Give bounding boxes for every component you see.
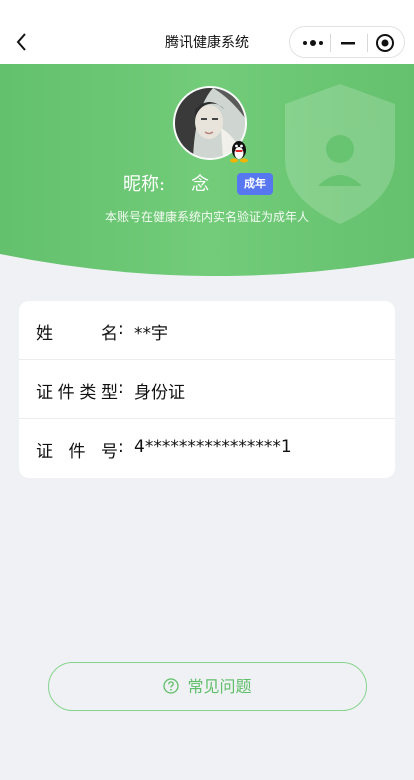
info-value: 4****************1 xyxy=(134,437,292,457)
nickname: 昵称: 念 xyxy=(123,170,209,196)
faq-label: 常见问题 xyxy=(187,677,252,696)
nickname-label: 昵称: xyxy=(123,174,166,195)
info-colon: : xyxy=(118,437,124,457)
info-row-name: 姓名 : **宇 xyxy=(19,301,395,360)
qq-penguin-icon xyxy=(230,141,248,163)
more-icon[interactable] xyxy=(302,36,324,50)
identity-info-card: 姓名 : **宇 证件类型 : 身份证 证件号 : 4*************… xyxy=(19,301,395,478)
question-circle-icon xyxy=(163,678,180,694)
info-colon: : xyxy=(118,378,124,398)
close-target-icon[interactable] xyxy=(375,33,395,53)
verification-note: 本账号在健康系统内实名验证为成年人 xyxy=(104,210,309,224)
capsule-divider xyxy=(367,34,368,52)
nickname-value: 念 xyxy=(191,174,210,195)
capsule-divider xyxy=(330,34,331,52)
info-row-id-number: 证件号 : 4****************1 xyxy=(19,419,395,478)
info-label: 证件类型 xyxy=(36,383,118,403)
mini-program-capsule xyxy=(289,26,405,58)
faq-button[interactable]: 常见问题 xyxy=(48,662,367,711)
info-value: **宇 xyxy=(134,324,168,344)
info-label: 证件号 xyxy=(36,442,118,462)
info-row-id-type: 证件类型 : 身份证 xyxy=(19,360,395,419)
info-label: 姓名 xyxy=(36,324,118,344)
top-bar: 腾讯健康系统 xyxy=(0,0,414,64)
profile-banner: 昵称: 念 成年 本账号在健康系统内实名验证为成年人 xyxy=(0,64,414,276)
minimize-icon[interactable] xyxy=(340,36,356,50)
adult-badge: 成年 xyxy=(237,173,273,195)
info-value: 身份证 xyxy=(134,383,185,403)
info-colon: : xyxy=(118,319,124,339)
